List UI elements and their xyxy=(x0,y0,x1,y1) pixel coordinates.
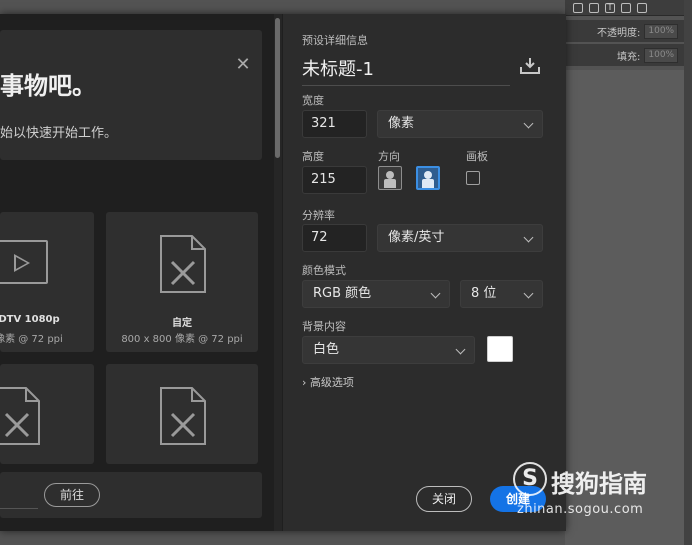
template-search-input[interactable] xyxy=(0,508,38,509)
color-mode-select[interactable]: RGB 颜色 xyxy=(302,280,450,308)
chevron-down-icon xyxy=(455,344,466,355)
opacity-field[interactable]: 100% xyxy=(644,23,679,39)
document-name-input[interactable]: 未标题-1 xyxy=(302,55,510,86)
background-color-swatch[interactable] xyxy=(487,336,513,362)
text-icon[interactable]: T xyxy=(605,2,615,13)
width-unit-select[interactable]: 像素 xyxy=(377,110,543,138)
artboard-checkbox[interactable] xyxy=(466,171,480,185)
color-mode-label: 颜色模式 xyxy=(302,264,346,277)
sogou-logo-icon: S xyxy=(513,462,547,496)
opacity-row: 不透明度: 100% xyxy=(565,20,692,42)
welcome-card: 事物吧。 始以快速开始工作。 ✕ xyxy=(0,30,262,160)
preset-name: 自定 xyxy=(172,318,192,329)
panel-toolbar: T xyxy=(565,0,692,16)
sogou-watermark: S 搜狗指南 zhinan.sogou.com xyxy=(513,458,673,528)
background-select[interactable]: 白色 xyxy=(302,336,475,364)
advanced-options-toggle[interactable]: › 高级选项 xyxy=(302,374,354,390)
resolution-unit-value: 像素/英寸 xyxy=(388,230,445,245)
orientation-label: 方向 xyxy=(378,150,400,163)
preset-tile[interactable] xyxy=(106,364,258,464)
save-preset-icon[interactable] xyxy=(520,57,540,75)
new-document-dialog: 事物吧。 始以快速开始工作。 ✕ DTV 1080p 80 像素 @ 72 pp… xyxy=(0,14,566,531)
height-input[interactable]: 215 xyxy=(302,166,367,194)
video-icon xyxy=(0,240,48,284)
welcome-title: 事物吧。 xyxy=(0,72,96,100)
opacity-label: 不透明度: xyxy=(597,27,641,39)
width-label: 宽度 xyxy=(302,94,324,107)
fill-label: 填充: xyxy=(617,51,641,63)
background-value: 白色 xyxy=(313,342,340,357)
close-button[interactable]: 关闭 xyxy=(416,486,472,512)
scrollbar-thumb[interactable] xyxy=(275,18,280,158)
preset-tile-custom[interactable]: 自定 800 x 800 像素 @ 72 ppi xyxy=(106,212,258,352)
template-search-bar: 前往 xyxy=(0,472,262,518)
right-strip xyxy=(684,0,692,545)
background-label: 背景内容 xyxy=(302,320,346,333)
advanced-options-label: 高级选项 xyxy=(309,376,354,389)
document-icon xyxy=(0,387,40,445)
close-icon[interactable]: ✕ xyxy=(234,56,252,74)
landscape-orientation-icon[interactable] xyxy=(416,166,440,190)
watermark-text: 搜狗指南 xyxy=(551,470,647,498)
preset-name: DTV 1080p xyxy=(0,314,60,325)
resolution-input[interactable]: 72 xyxy=(302,224,367,252)
fill-field[interactable]: 100% xyxy=(644,47,679,63)
chevron-down-icon xyxy=(430,288,441,299)
welcome-subtitle: 始以快速开始工作。 xyxy=(0,126,118,141)
image-icon[interactable] xyxy=(573,2,583,13)
artboard-label: 画板 xyxy=(466,150,488,163)
chevron-down-icon xyxy=(523,118,534,129)
portrait-orientation-icon[interactable] xyxy=(378,166,402,190)
width-input[interactable]: 321 xyxy=(302,110,367,138)
preset-tile[interactable] xyxy=(0,364,94,464)
fill-row: 填充: 100% xyxy=(565,44,692,66)
bit-depth-value: 8 位 xyxy=(471,286,497,301)
bit-depth-select[interactable]: 8 位 xyxy=(460,280,543,308)
presets-pane: 事物吧。 始以快速开始工作。 ✕ DTV 1080p 80 像素 @ 72 pp… xyxy=(0,14,283,531)
width-unit-value: 像素 xyxy=(388,116,415,131)
color-mode-value: RGB 颜色 xyxy=(313,286,372,301)
watermark-url: zhinan.sogou.com xyxy=(517,502,644,517)
adjustment-icon[interactable] xyxy=(589,2,599,13)
preset-meta: 800 x 800 像素 @ 72 ppi xyxy=(121,334,243,345)
resolution-unit-select[interactable]: 像素/英寸 xyxy=(377,224,543,252)
transform-icon[interactable] xyxy=(621,2,631,13)
document-icon xyxy=(160,235,206,293)
preset-details-pane: 预设详细信息 未标题-1 宽度 321 像素 高度 215 方向 画板 分辨率 … xyxy=(284,14,566,531)
resolution-label: 分辨率 xyxy=(302,209,335,222)
preset-details-label: 预设详细信息 xyxy=(302,34,368,47)
lock-icon[interactable] xyxy=(637,2,647,13)
go-button[interactable]: 前往 xyxy=(44,483,100,507)
chevron-right-icon: › xyxy=(302,376,307,389)
document-icon xyxy=(160,387,206,445)
preset-tile-hdtv[interactable]: DTV 1080p 80 像素 @ 72 ppi xyxy=(0,212,94,352)
chevron-down-icon xyxy=(523,232,534,243)
height-label: 高度 xyxy=(302,150,324,163)
preset-meta: 80 像素 @ 72 ppi xyxy=(0,334,63,345)
chevron-down-icon xyxy=(523,288,534,299)
